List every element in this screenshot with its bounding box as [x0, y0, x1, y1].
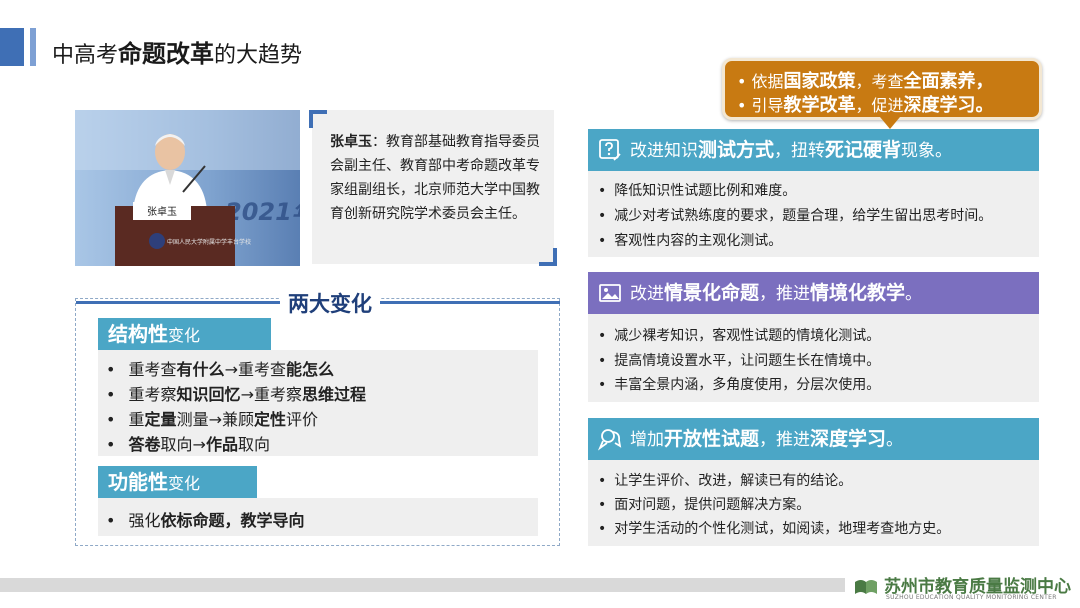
speaker-photo-illustration: 2021年 张卓玉 中国人民大学附属中学丰台学校 — [75, 110, 300, 266]
card-test-method-body: 降低知识性试题比例和难度。 减少对考试熟练度的要求，题量合理，给学生留出思考时间… — [588, 171, 1039, 257]
title-suffix: 的大趋势 — [214, 43, 303, 68]
card-header-text: 增加开放性试题，推进深度学习。 — [630, 428, 904, 450]
list-item: 对学生活动的个性化测试，如阅读，地理考查地方史。 — [598, 518, 950, 538]
list-item: 提高情境设置水平，让问题生长在情境中。 — [598, 350, 880, 370]
policy-callout: • 依据国家政策，考查全面素养， • 引导教学改革，促进深度学习。 — [722, 58, 1042, 120]
card-header-text: 改进情景化命题，推进情境化教学。 — [630, 282, 923, 304]
function-change-label: 功能性变化 — [98, 466, 257, 498]
speaker-photo: 2021年 张卓玉 中国人民大学附属中学丰台学校 — [75, 110, 300, 266]
title-emphasis: 命题改革 — [118, 40, 215, 68]
list-item: 让学生评价、改进，解读已有的结论。 — [598, 470, 852, 490]
discussion-icon — [598, 429, 622, 451]
photo-banner-text: 2021年 — [225, 198, 300, 226]
list-item: 强化依标命题，教学导向 — [106, 507, 305, 531]
list-item: 降低知识性试题比例和难度。 — [598, 180, 796, 200]
card-open-questions-header: 增加开放性试题，推进深度学习。 — [588, 418, 1039, 460]
title-accent-bar-thin — [30, 28, 36, 66]
bio-corner-bottom-right — [539, 248, 557, 266]
changes-title-rule-left — [76, 301, 280, 304]
card-open-questions-body: 让学生评价、改进，解读已有的结论。 面对问题，提供问题解决方案。 对学生活动的个… — [588, 460, 1039, 546]
callout-line-1: • 依据国家政策，考查全面素养， — [737, 71, 994, 92]
card-header-text: 改进知识测试方式，扭转死记硬背现象。 — [630, 139, 953, 161]
callout-line-2: • 引导教学改革，促进深度学习。 — [737, 95, 994, 116]
list-item: 减少对考试熟练度的要求，题量合理，给学生留出思考时间。 — [598, 205, 992, 225]
podium-text: 中国人民大学附属中学丰台学校 — [167, 238, 251, 246]
bio-text: 张卓玉：教育部基础教育指导委员会副主任、教育部中考命题改革专家组副组长，北京师范… — [330, 130, 546, 226]
changes-title-rule-right — [380, 301, 560, 304]
structure-change-label: 结构性变化 — [98, 318, 271, 350]
list-item: 重定量测量→兼顾定性评价 — [106, 406, 318, 430]
card-situational-header: 改进情景化命题，推进情境化教学。 — [588, 272, 1039, 314]
structure-change-list: 重考查有什么→重考查能怎么 重考察知识回忆→重考察思维过程 重定量测量→兼顾定性… — [98, 350, 538, 456]
bio-corner-top-left — [309, 110, 327, 128]
title-prefix: 中高考 — [52, 43, 119, 68]
list-item: 减少裸考知识，客观性试题的情境化测试。 — [598, 325, 880, 345]
question-icon — [599, 139, 621, 161]
podium-name-sign: 张卓玉 — [147, 206, 177, 218]
card-test-method-header: 改进知识测试方式，扭转死记硬背现象。 — [588, 129, 1039, 171]
changes-title: 两大变化 — [280, 288, 380, 318]
title-accent-bar — [0, 28, 24, 66]
org-name-english: SUZHOU EDUCATION QUALITY MONITORING CENT… — [886, 594, 1057, 601]
picture-icon — [599, 284, 621, 302]
function-change-list: 强化依标命题，教学导向 — [98, 498, 538, 536]
list-item: 面对问题，提供问题解决方案。 — [598, 494, 810, 514]
list-item: 重考查有什么→重考查能怎么 — [106, 356, 334, 380]
list-item: 重考察知识回忆→重考察思维过程 — [106, 381, 366, 405]
card-situational-body: 减少裸考知识，客观性试题的情境化测试。 提高情境设置水平，让问题生长在情境中。 … — [588, 314, 1039, 402]
callout-tail — [880, 117, 900, 129]
footer-bar — [0, 578, 845, 592]
list-item: 答卷取向→作品取向 — [106, 431, 270, 455]
page-title: 中高考命题改革的大趋势 — [52, 34, 302, 69]
book-logo-icon — [855, 580, 877, 594]
list-item: 丰富全景内涵，多角度使用，分层次使用。 — [598, 374, 880, 394]
list-item: 客观性内容的主观化测试。 — [598, 230, 782, 250]
bio-name: 张卓玉 — [330, 134, 372, 150]
